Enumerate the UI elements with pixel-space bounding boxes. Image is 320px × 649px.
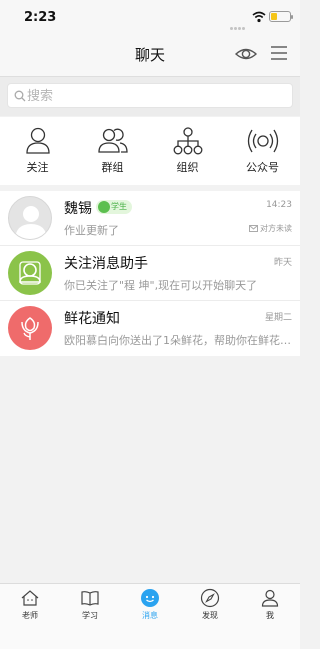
status-bar: 2:23 xyxy=(0,0,300,32)
tab-discover[interactable]: 发现 xyxy=(180,584,240,625)
quick-actions: 关注 群组 组织 公众号 xyxy=(0,117,300,185)
conversation-time: 14:23 xyxy=(266,200,292,210)
battery-icon xyxy=(269,11,293,22)
home-indicator-area xyxy=(0,625,300,649)
conversation-name: 关注消息助手 xyxy=(64,256,148,272)
tab-bar: 老师 学习 消息 发现 我 xyxy=(0,583,300,625)
search-box[interactable] xyxy=(7,83,293,108)
menu-icon[interactable] xyxy=(268,42,290,64)
tab-me-label: 我 xyxy=(266,611,274,620)
tab-study[interactable]: 学习 xyxy=(60,584,120,625)
conversation-time: 昨天 xyxy=(273,258,292,268)
read-status-label: 对方未读 xyxy=(260,224,292,233)
profile-icon xyxy=(261,589,279,607)
default-avatar xyxy=(8,196,52,240)
student-badge-icon xyxy=(98,201,110,213)
search-input[interactable] xyxy=(27,86,277,106)
conversation-list: 魏锡 学生 14:23 作业更新了 对方未读 关注消息助手 昨天 你已关注了"程… xyxy=(0,191,300,356)
quick-organization[interactable]: 组织 xyxy=(150,117,225,185)
org-tree-icon xyxy=(173,127,202,155)
envelope-icon xyxy=(249,225,258,232)
conversation-time: 星期二 xyxy=(264,313,292,323)
conversation-name: 魏锡 xyxy=(64,201,92,217)
nav-bar: 聊天 xyxy=(0,32,300,76)
tab-teacher[interactable]: 老师 xyxy=(0,584,60,625)
tab-messages[interactable]: 消息 xyxy=(120,584,180,625)
conversation-name: 鲜花通知 xyxy=(64,311,120,327)
student-badge: 学生 xyxy=(96,200,132,214)
quick-official-accounts-label: 公众号 xyxy=(246,161,279,174)
compass-icon xyxy=(200,588,220,608)
conversation-preview: 欧阳慕白向你送出了1朵鲜花，帮助你在鲜花榜上 xyxy=(64,334,294,347)
quick-organization-label: 组织 xyxy=(176,161,199,174)
quick-official-accounts[interactable]: 公众号 xyxy=(225,117,300,185)
flower-avatar xyxy=(8,306,52,350)
home-icon xyxy=(21,590,39,606)
conversation-row[interactable]: 鲜花通知 星期二 欧阳慕白向你送出了1朵鲜花，帮助你在鲜花榜上 xyxy=(0,301,300,356)
status-time: 2:23 xyxy=(24,10,57,25)
broadcast-icon xyxy=(247,129,278,153)
signal-icon xyxy=(230,15,248,30)
message-icon xyxy=(141,589,159,607)
tab-messages-label: 消息 xyxy=(142,611,158,620)
conversation-row[interactable]: 关注消息助手 昨天 你已关注了"程 坤",现在可以开始聊天了 xyxy=(0,246,300,301)
quick-follow-label: 关注 xyxy=(26,161,49,174)
student-badge-label: 学生 xyxy=(111,202,127,211)
person-icon xyxy=(25,127,50,154)
conversation-preview: 你已关注了"程 坤",现在可以开始聊天了 xyxy=(64,279,258,292)
follow-assistant-avatar xyxy=(8,251,52,295)
quick-groups-label: 群组 xyxy=(101,161,124,174)
group-icon xyxy=(97,128,128,153)
tab-study-label: 学习 xyxy=(82,611,98,620)
eye-icon[interactable] xyxy=(234,42,258,66)
tab-me[interactable]: 我 xyxy=(240,584,300,625)
wifi-icon xyxy=(252,11,266,23)
search-icon xyxy=(14,90,26,102)
search-bar xyxy=(0,76,300,116)
quick-groups[interactable]: 群组 xyxy=(75,117,150,185)
tab-discover-label: 发现 xyxy=(202,611,218,620)
tab-teacher-label: 老师 xyxy=(22,611,38,620)
read-status: 对方未读 xyxy=(249,223,292,234)
quick-follow[interactable]: 关注 xyxy=(0,117,75,185)
conversation-row[interactable]: 魏锡 学生 14:23 作业更新了 对方未读 xyxy=(0,191,300,246)
book-icon xyxy=(81,591,99,606)
